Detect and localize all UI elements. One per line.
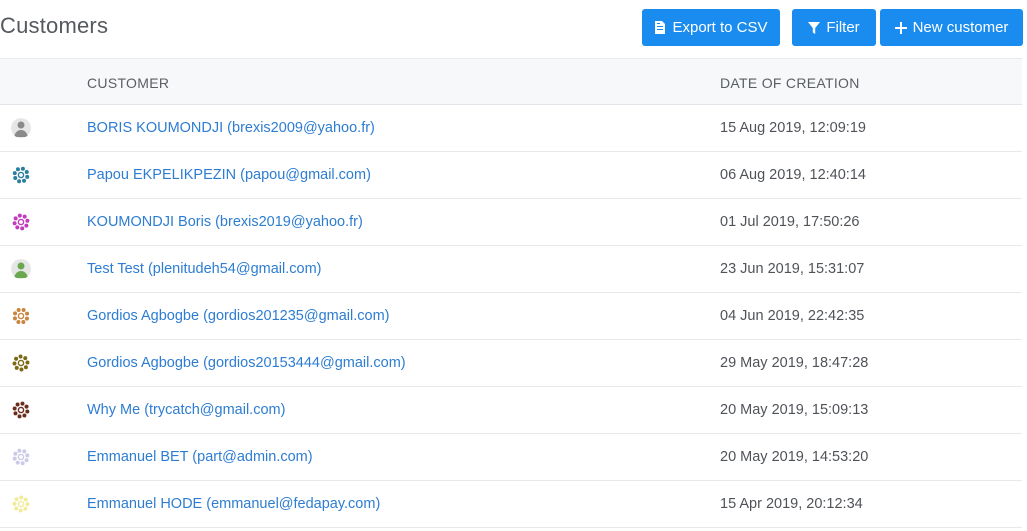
table-row[interactable]: BORIS KOUMONDJI (brexis2009@yahoo.fr) 15 … — [0, 105, 1022, 152]
customer-link[interactable]: Gordios Agbogbe (gordios20153444@gmail.c… — [87, 355, 406, 371]
table-body: BORIS KOUMONDJI (brexis2009@yahoo.fr) 15 … — [0, 105, 1022, 528]
export-csv-label: Export to CSV — [672, 19, 768, 36]
table-header: CUSTOMER DATE OF CREATION — [0, 58, 1022, 105]
customer-avatar — [11, 494, 31, 514]
filter-button[interactable]: Filter — [792, 9, 876, 46]
creation-date: 23 Jun 2019, 15:31:07 — [720, 261, 865, 277]
table-row[interactable]: Papou EKPELIKPEZIN (papou@gmail.com) 06 A… — [0, 152, 1022, 199]
new-customer-label: New customer — [912, 19, 1009, 36]
export-csv-button[interactable]: Export to CSV — [642, 9, 780, 46]
page-title: Customers — [0, 13, 109, 38]
table-row[interactable]: Why Me (trycatch@gmail.com) 20 May 2019, … — [0, 387, 1022, 434]
column-header-date: DATE OF CREATION — [720, 75, 860, 91]
new-customer-button[interactable]: New customer — [880, 9, 1023, 46]
creation-date: 04 Jun 2019, 22:42:35 — [720, 308, 865, 324]
table-row[interactable]: Gordios Agbogbe (gordios201235@gmail.com… — [0, 293, 1022, 340]
customer-link[interactable]: Test Test (plenitudeh54@gmail.com) — [87, 261, 321, 277]
table-row[interactable]: Emmanuel HODE (emmanuel@fedapay.com) 15 A… — [0, 481, 1022, 528]
filter-icon — [808, 21, 821, 35]
customer-avatar — [11, 212, 31, 232]
customer-link[interactable]: Papou EKPELIKPEZIN (papou@gmail.com) — [87, 167, 371, 183]
creation-date: 29 May 2019, 18:47:28 — [720, 355, 869, 371]
table-row[interactable]: Emmanuel BET (part@admin.com) 20 May 2019… — [0, 434, 1022, 481]
column-header-customer: CUSTOMER — [87, 75, 170, 91]
table-row[interactable]: KOUMONDJI Boris (brexis2019@yahoo.fr) 01 … — [0, 199, 1022, 246]
customer-avatar — [11, 259, 31, 279]
customer-avatar — [11, 118, 31, 138]
creation-date: 15 Aug 2019, 12:09:19 — [720, 120, 866, 136]
page-header: Customers Export to CSV Filter New custo… — [0, 0, 1027, 58]
file-icon — [654, 21, 666, 35]
creation-date: 20 May 2019, 15:09:13 — [720, 402, 869, 418]
customers-table: CUSTOMER DATE OF CREATION BORIS KOUMONDJ… — [0, 58, 1022, 528]
customer-avatar — [11, 165, 31, 185]
filter-label: Filter — [826, 19, 860, 36]
table-row[interactable]: Test Test (plenitudeh54@gmail.com) 23 Jun… — [0, 246, 1022, 293]
creation-date: 06 Aug 2019, 12:40:14 — [720, 167, 866, 183]
customer-avatar — [11, 400, 31, 420]
customer-link[interactable]: Why Me (trycatch@gmail.com) — [87, 402, 285, 418]
customer-avatar — [11, 353, 31, 373]
creation-date: 15 Apr 2019, 20:12:34 — [720, 496, 863, 512]
customer-link[interactable]: BORIS KOUMONDJI (brexis2009@yahoo.fr) — [87, 120, 375, 136]
customer-link[interactable]: Gordios Agbogbe (gordios201235@gmail.com… — [87, 308, 389, 324]
plus-icon — [894, 21, 907, 35]
table-row[interactable]: Gordios Agbogbe (gordios20153444@gmail.c… — [0, 340, 1022, 387]
customer-link[interactable]: Emmanuel BET (part@admin.com) — [87, 449, 313, 465]
creation-date: 01 Jul 2019, 17:50:26 — [720, 214, 860, 230]
customer-avatar — [11, 447, 31, 467]
customer-link[interactable]: Emmanuel HODE (emmanuel@fedapay.com) — [87, 496, 380, 512]
customer-link[interactable]: KOUMONDJI Boris (brexis2019@yahoo.fr) — [87, 214, 363, 230]
creation-date: 20 May 2019, 14:53:20 — [720, 449, 869, 465]
customer-avatar — [11, 306, 31, 326]
